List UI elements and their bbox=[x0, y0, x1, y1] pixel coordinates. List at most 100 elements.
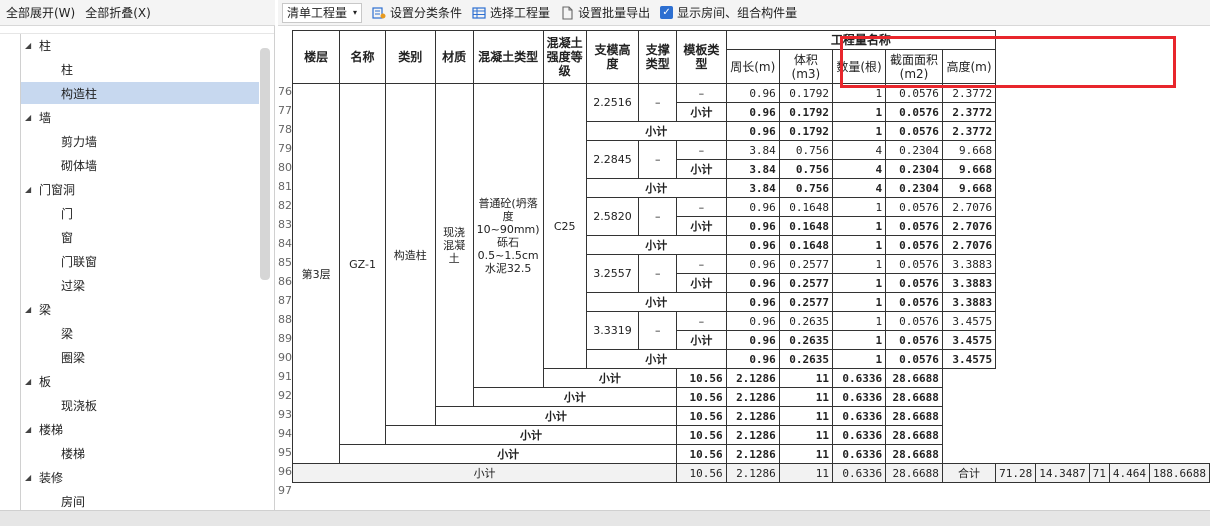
quantity-cell[interactable]: 2.1286 bbox=[725, 368, 780, 388]
support-type-cell[interactable]: – bbox=[638, 83, 678, 122]
quantity-cell[interactable]: 2.7076 bbox=[941, 235, 997, 255]
concrete-grade-cell[interactable]: C25 bbox=[542, 83, 587, 369]
quantity-cell[interactable]: 2.1286 bbox=[725, 387, 780, 407]
tree-item-1-0[interactable]: 剪力墙 bbox=[21, 130, 259, 152]
quantity-cell[interactable]: 2.1286 bbox=[725, 425, 780, 445]
quantity-cell[interactable]: 0.96 bbox=[725, 349, 780, 369]
quantity-cell[interactable]: 11 bbox=[778, 463, 833, 483]
quantity-cell[interactable]: 3.3883 bbox=[941, 273, 997, 293]
tree-item-0-1[interactable]: 构造柱 bbox=[21, 82, 259, 104]
quantity-cell[interactable]: 4 bbox=[831, 140, 887, 160]
quantity-cell[interactable]: 0.0576 bbox=[885, 273, 943, 293]
material-cell[interactable]: 现浇混凝土 bbox=[434, 83, 474, 407]
tree-scrollbar[interactable] bbox=[260, 48, 270, 280]
quantity-cell[interactable]: 3.4575 bbox=[941, 311, 997, 331]
tree-item-5-0[interactable]: 楼梯 bbox=[21, 442, 259, 464]
tree-group-4[interactable]: ◢ 板 bbox=[21, 370, 51, 392]
quantity-cell[interactable]: 1 bbox=[831, 311, 887, 331]
subtotal-label-cell[interactable]: 小计 bbox=[585, 292, 727, 312]
floor-cell[interactable]: 第3层 bbox=[291, 83, 341, 464]
quantity-cell[interactable]: 3.84 bbox=[725, 178, 780, 198]
select-quantity-button[interactable]: 选择工程量 bbox=[472, 4, 550, 21]
subtotal-label-cell[interactable]: 小计 bbox=[339, 444, 678, 464]
expand-triangle-icon[interactable]: ◢ bbox=[25, 305, 39, 314]
formwork-height-cell[interactable]: 2.2845 bbox=[585, 140, 640, 179]
header-section-area[interactable]: 截面面积(m2) bbox=[885, 49, 943, 84]
quantity-cell[interactable]: 0.1792 bbox=[778, 121, 833, 141]
tree-group-1[interactable]: ◢ 墙 bbox=[21, 106, 51, 128]
quantity-cell[interactable]: 0.0576 bbox=[885, 292, 943, 312]
quantity-cell[interactable]: 28.6688 bbox=[885, 406, 943, 426]
tree-group-5[interactable]: ◢ 楼梯 bbox=[21, 418, 63, 440]
quantity-cell[interactable]: 0.2635 bbox=[778, 311, 833, 331]
quantity-cell[interactable]: 1 bbox=[831, 83, 887, 103]
name-cell[interactable]: GZ-1 bbox=[339, 83, 386, 445]
quantity-cell[interactable]: 71 bbox=[1088, 463, 1110, 483]
formwork-height-cell[interactable]: 2.5820 bbox=[585, 197, 640, 236]
subtotal-label-cell[interactable]: 小计 bbox=[472, 387, 678, 407]
quantity-cell[interactable]: 3.3883 bbox=[941, 292, 997, 312]
tree-group-6[interactable]: ◢ 装修 bbox=[21, 466, 63, 488]
quantity-cell[interactable]: 1 bbox=[831, 235, 887, 255]
formwork-height-cell[interactable]: 2.2516 bbox=[585, 83, 640, 122]
tree-group-3[interactable]: ◢ 梁 bbox=[21, 298, 51, 320]
quantity-cell[interactable]: 4 bbox=[831, 159, 887, 179]
subtotal-label-cell[interactable]: 小计 bbox=[434, 406, 678, 426]
quantity-cell[interactable]: 0.0576 bbox=[885, 311, 943, 331]
quantity-cell[interactable]: 28.6688 bbox=[885, 425, 943, 445]
header-concrete-type[interactable]: 混凝土类型 bbox=[472, 30, 544, 84]
concrete-type-cell[interactable]: 普通砼(坍落度10~90mm) 砾石0.5~1.5cm 水泥32.5 bbox=[472, 83, 544, 388]
expand-triangle-icon[interactable]: ◢ bbox=[25, 41, 39, 50]
quantity-cell[interactable]: 0.1792 bbox=[778, 83, 833, 103]
quantity-cell[interactable]: 2.3772 bbox=[941, 102, 997, 122]
quantity-cell[interactable]: 0.2577 bbox=[778, 292, 833, 312]
quantity-cell[interactable]: 0.96 bbox=[725, 254, 780, 274]
quantity-cell[interactable]: 1 bbox=[831, 292, 887, 312]
header-material[interactable]: 材质 bbox=[434, 30, 474, 84]
header-perimeter[interactable]: 周长(m) bbox=[725, 49, 780, 84]
formwork-type-cell[interactable]: – bbox=[676, 311, 727, 331]
quantity-cell[interactable]: 1 bbox=[831, 102, 887, 122]
quantity-cell[interactable]: 0.0576 bbox=[885, 235, 943, 255]
quantity-cell[interactable]: 11 bbox=[778, 425, 833, 445]
tree-item-6-0[interactable]: 房间 bbox=[21, 490, 259, 512]
quantity-cell[interactable]: 188.6688 bbox=[1149, 463, 1210, 483]
quantity-cell[interactable]: 11 bbox=[778, 444, 833, 464]
tree-item-3-0[interactable]: 梁 bbox=[21, 322, 259, 344]
quantity-cell[interactable]: 2.3772 bbox=[941, 121, 997, 141]
quantity-cell[interactable]: 10.56 bbox=[676, 463, 727, 483]
formwork-type-cell[interactable]: – bbox=[676, 140, 727, 160]
quantity-cell[interactable]: 2.7076 bbox=[941, 197, 997, 217]
header-height[interactable]: 高度(m) bbox=[941, 49, 997, 84]
quantity-cell[interactable]: 0.96 bbox=[725, 102, 780, 122]
total-label-cell[interactable]: 合计 bbox=[941, 463, 997, 483]
quantity-cell[interactable]: 0.2577 bbox=[778, 254, 833, 274]
support-type-cell[interactable]: – bbox=[638, 197, 678, 236]
quantity-cell[interactable]: 0.96 bbox=[725, 330, 780, 350]
quantity-cell[interactable]: 0.6336 bbox=[831, 444, 887, 464]
quantity-cell[interactable]: 28.6688 bbox=[885, 368, 943, 388]
tree-group-2[interactable]: ◢ 门窗洞 bbox=[21, 178, 75, 200]
subtotal-label-cell[interactable]: 小计 bbox=[585, 121, 727, 141]
quantity-cell[interactable]: 0.6336 bbox=[831, 463, 887, 483]
quantity-type-dropdown[interactable]: 清单工程量 ▾ bbox=[282, 2, 363, 23]
quantity-cell[interactable]: 0.0576 bbox=[885, 83, 943, 103]
tree-item-2-2[interactable]: 门联窗 bbox=[21, 250, 259, 272]
quantity-cell[interactable]: 2.1286 bbox=[725, 444, 780, 464]
tree-item-1-1[interactable]: 砌体墙 bbox=[21, 154, 259, 176]
tree-item-4-0[interactable]: 现浇板 bbox=[21, 394, 259, 416]
quantity-cell[interactable]: 11 bbox=[778, 387, 833, 407]
quantity-cell[interactable]: 0.756 bbox=[778, 178, 833, 198]
quantity-cell[interactable]: 3.84 bbox=[725, 159, 780, 179]
quantity-cell[interactable]: 2.1286 bbox=[725, 463, 780, 483]
quantity-cell[interactable]: 0.2304 bbox=[885, 140, 943, 160]
subtotal-label-cell[interactable]: 小计 bbox=[585, 178, 727, 198]
tree-group-0[interactable]: ◢ 柱 bbox=[21, 34, 51, 56]
collapse-all-button[interactable]: 全部折叠(X) bbox=[85, 4, 151, 21]
quantity-cell[interactable]: 11 bbox=[778, 406, 833, 426]
quantity-cell[interactable]: 0.2635 bbox=[778, 349, 833, 369]
expand-all-button[interactable]: 全部展开(W) bbox=[6, 4, 75, 21]
show-rooms-checkbox[interactable]: ✓ 显示房间、组合构件量 bbox=[660, 4, 797, 21]
quantity-cell[interactable]: 10.56 bbox=[676, 387, 727, 407]
quantity-cell[interactable]: 3.4575 bbox=[941, 330, 997, 350]
